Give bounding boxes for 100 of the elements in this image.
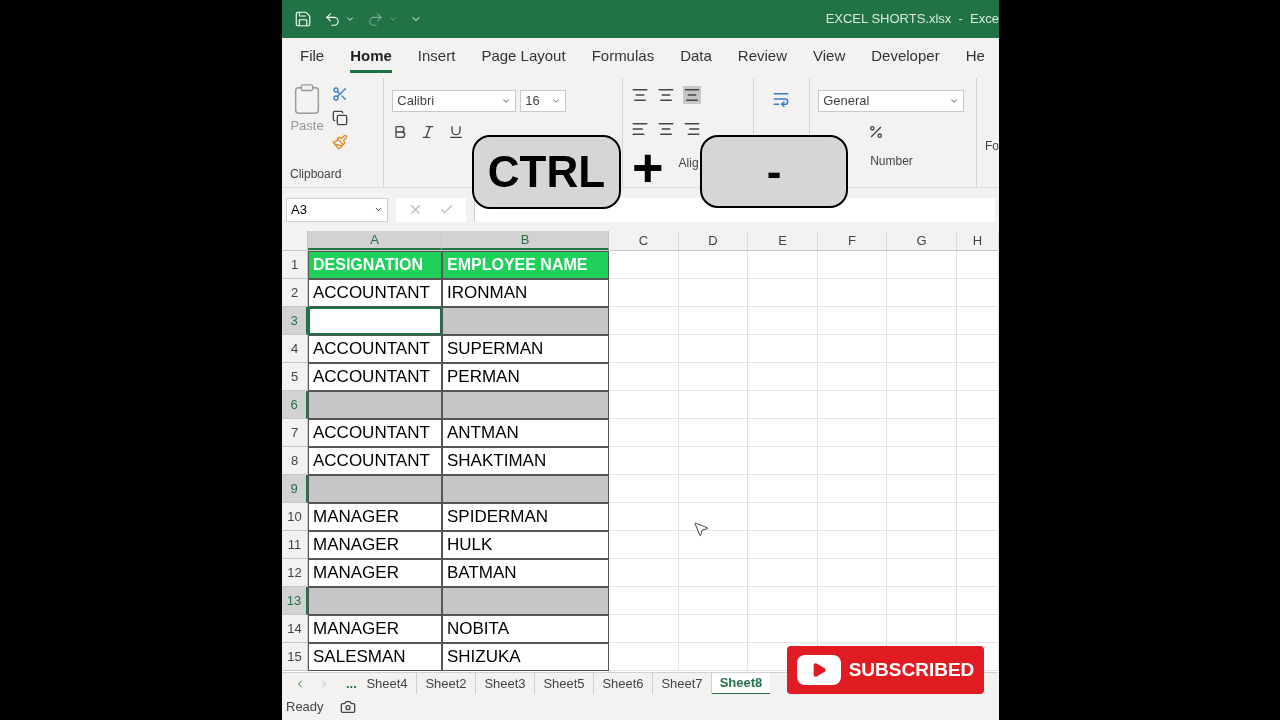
table-cell[interactable]: ACCOUNTANT: [308, 363, 442, 391]
column-header[interactable]: D: [679, 231, 748, 250]
ribbon-tab[interactable]: Formulas: [591, 43, 655, 73]
row-header[interactable]: 9: [282, 475, 308, 503]
ribbon-tab[interactable]: Home: [350, 43, 392, 73]
status-text: Ready: [286, 698, 324, 717]
row-header[interactable]: 11: [282, 531, 308, 559]
table-cell[interactable]: [442, 391, 609, 419]
table-cell[interactable]: [442, 475, 609, 503]
table-cell[interactable]: SPIDERMAN: [442, 503, 609, 531]
group-label: Alig: [678, 155, 699, 172]
table-cell[interactable]: NOBITA: [442, 615, 609, 643]
table-cell[interactable]: [442, 307, 609, 335]
row-header[interactable]: 14: [282, 615, 308, 643]
number-format-field[interactable]: General: [818, 90, 965, 112]
format-painter-icon[interactable]: [332, 134, 348, 150]
macro-icon[interactable]: [339, 699, 356, 715]
row-header[interactable]: 1: [282, 251, 308, 279]
sheet-tab[interactable]: Sheet8: [712, 672, 770, 695]
table-cell[interactable]: ACCOUNTANT: [308, 419, 442, 447]
row-header[interactable]: 12: [282, 559, 308, 587]
table-cell[interactable]: MANAGER: [308, 615, 442, 643]
subscribe-text: SUBSCRIBED: [848, 657, 975, 682]
caret-icon[interactable]: [345, 14, 355, 24]
ribbon-label[interactable]: Fo: [985, 136, 999, 155]
align-middle-icon[interactable]: [656, 86, 675, 104]
name-box[interactable]: A3: [286, 197, 388, 222]
ribbon-tab[interactable]: View: [813, 43, 846, 73]
ribbon-tab[interactable]: Review: [737, 43, 787, 73]
table-cell[interactable]: ACCOUNTANT: [308, 447, 442, 475]
save-icon[interactable]: [294, 10, 312, 28]
caret-icon[interactable]: [374, 205, 383, 214]
row-header[interactable]: 5: [282, 363, 308, 391]
column-header[interactable]: A: [308, 231, 442, 250]
row-header[interactable]: 13: [282, 587, 308, 615]
font-name-field[interactable]: Calibri: [392, 90, 517, 112]
underline-icon[interactable]: [448, 124, 465, 140]
group-label: Clipboard: [290, 166, 343, 183]
cut-icon[interactable]: [332, 86, 348, 102]
play-icon: [796, 655, 841, 685]
caret-icon[interactable]: [501, 96, 512, 106]
percent-icon[interactable]: [868, 124, 885, 140]
ribbon-tab[interactable]: Insert: [417, 43, 456, 73]
table-cell[interactable]: MANAGER: [308, 503, 442, 531]
row-header[interactable]: 6: [282, 391, 308, 419]
align-right-icon[interactable]: [682, 120, 701, 138]
table-cell[interactable]: SALESMAN: [308, 643, 442, 671]
copy-icon[interactable]: [332, 110, 348, 126]
row-header[interactable]: 3: [282, 307, 308, 335]
ribbon-tab[interactable]: Developer: [871, 43, 940, 73]
row-header[interactable]: 15: [282, 643, 308, 671]
ribbon-tab[interactable]: File: [300, 43, 325, 73]
key-cap: -: [700, 135, 848, 208]
table-cell[interactable]: PERMAN: [442, 363, 609, 391]
table-cell[interactable]: SHIZUKA: [442, 643, 609, 671]
table-cell[interactable]: [308, 391, 442, 419]
row-header[interactable]: 7: [282, 419, 308, 447]
align-left-icon[interactable]: [630, 120, 649, 138]
table-cell[interactable]: HULK: [442, 531, 609, 559]
column-header[interactable]: E: [748, 231, 818, 250]
table-cell[interactable]: BATMAN: [442, 559, 609, 587]
align-center-icon[interactable]: [656, 120, 675, 138]
wrap-text-icon[interactable]: [772, 90, 791, 108]
group-label: Number: [869, 153, 914, 170]
caret-icon[interactable]: [949, 96, 960, 106]
table-cell[interactable]: ANTMAN: [442, 419, 609, 447]
font-size-field[interactable]: 16: [520, 90, 567, 112]
row-header[interactable]: 2: [282, 279, 308, 307]
row-header[interactable]: 4: [282, 335, 308, 363]
table-cell[interactable]: [308, 307, 442, 335]
table-cell[interactable]: SUPERMAN: [442, 335, 609, 363]
align-top-icon[interactable]: [630, 86, 649, 104]
table-cell[interactable]: [442, 587, 609, 615]
row-header[interactable]: 10: [282, 503, 308, 531]
caret-icon[interactable]: [551, 96, 562, 106]
column-header[interactable]: C: [609, 231, 679, 250]
table-cell[interactable]: MANAGER: [308, 531, 442, 559]
column-header[interactable]: B: [442, 231, 609, 250]
window-title: EXCEL SHORTS.xlsx - Exce: [825, 10, 999, 29]
cancel-icon[interactable]: [408, 202, 423, 217]
column-header[interactable]: H: [957, 231, 999, 250]
table-cell[interactable]: ACCOUNTANT: [308, 335, 442, 363]
column-header[interactable]: F: [818, 231, 887, 250]
plus-sign: +: [632, 140, 664, 194]
key-cap: CTRL: [472, 135, 621, 209]
table-cell[interactable]: ACCOUNTANT: [308, 279, 442, 307]
ribbon-tab[interactable]: Data: [680, 43, 712, 73]
align-bottom-icon[interactable]: [682, 86, 701, 104]
undo-icon[interactable]: [324, 10, 341, 28]
more-sheets-button[interactable]: ...: [346, 673, 357, 694]
column-header[interactable]: G: [887, 231, 957, 250]
cursor-icon: [692, 520, 710, 538]
ribbon-tab[interactable]: Page Layout: [481, 43, 566, 73]
table-cell[interactable]: IRONMAN: [442, 279, 609, 307]
table-cell[interactable]: [308, 475, 442, 503]
row-header[interactable]: 8: [282, 447, 308, 475]
ribbon-tab[interactable]: He: [965, 43, 985, 73]
table-cell[interactable]: SHAKTIMAN: [442, 447, 609, 475]
table-cell[interactable]: MANAGER: [308, 559, 442, 587]
table-cell[interactable]: [308, 587, 442, 615]
